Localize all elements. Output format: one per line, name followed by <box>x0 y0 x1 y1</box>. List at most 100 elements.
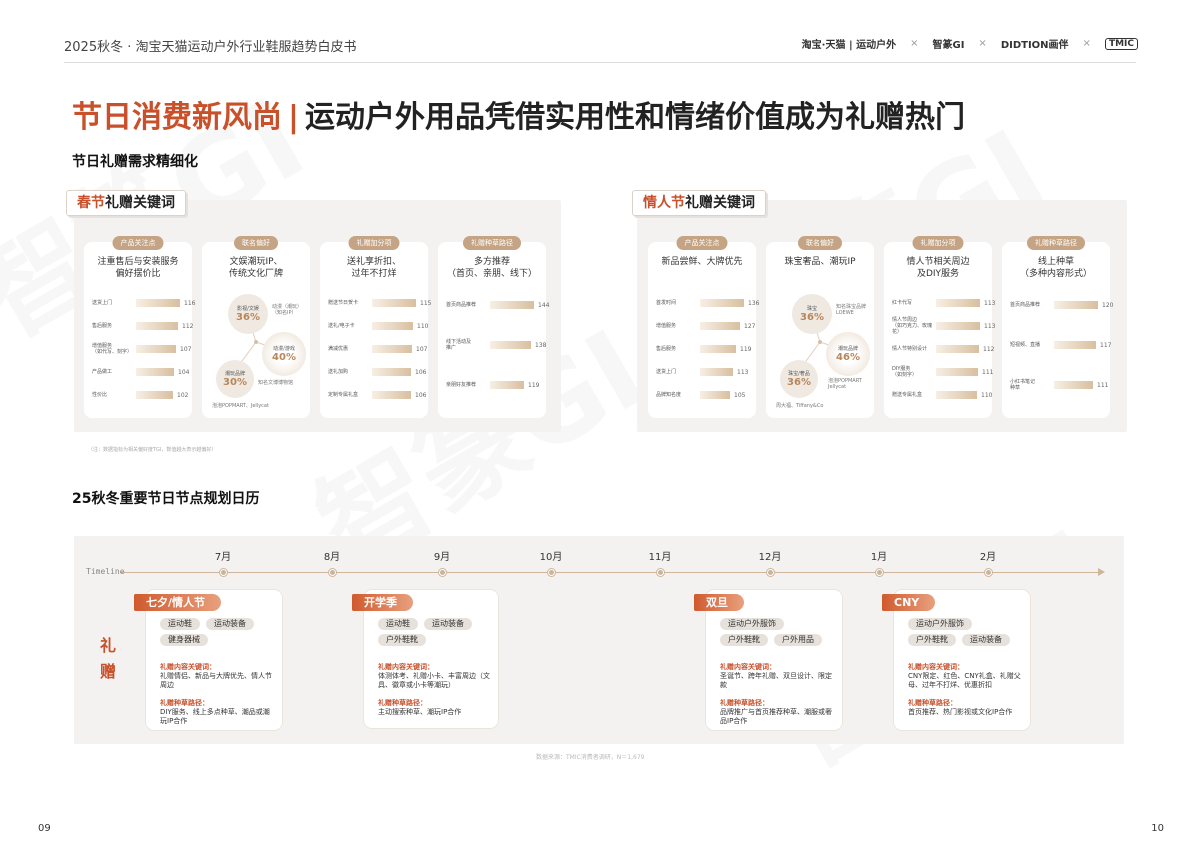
category-chip: 运动鞋 <box>378 618 418 630</box>
bar-fill <box>700 322 740 330</box>
bar-row: 首发时间 136 <box>656 296 759 310</box>
tmic-logo: TMIC <box>1104 37 1138 50</box>
bar-row: 首页商品推荐 120 <box>1010 298 1113 312</box>
card-subtitle: 送礼享折扣、 过年不打烊 <box>346 257 401 279</box>
bar-label: 增值服务 （如代写、刻字） <box>92 343 133 355</box>
event-category-chips: 运动户外服饰 户外鞋靴 运动装备 <box>908 618 1024 646</box>
event-card: CNY 运动户外服饰 户外鞋靴 运动装备 礼赠内容关键词： CNY限定、红色、CNY礼盒、… <box>882 590 1030 730</box>
bar-value: 117 <box>1100 341 1112 349</box>
timeline-dot <box>438 569 446 576</box>
page-number-right: 10 <box>1151 823 1164 834</box>
category-chip: 户外鞋靴 <box>908 634 956 646</box>
data-source: 数据来源：TMIC消费者调研，N＝1,679 <box>536 754 645 761</box>
card-header: 礼赠种草路径 <box>1027 236 1085 250</box>
card-header: 礼赠种草路径 <box>463 236 521 250</box>
category-chip: 户外鞋靴 <box>720 634 768 646</box>
bar-row: 赠送节日贺卡 115 <box>328 296 431 310</box>
category-chip: 健身器械 <box>160 634 208 646</box>
bar-value: 116 <box>184 299 196 307</box>
bar-fill <box>700 368 733 376</box>
page-title-rest: 运动户外用品凭借实用性和情绪价值成为礼赠热门 <box>304 100 965 135</box>
bar-value: 119 <box>740 345 752 353</box>
card-header: 礼赠加分项 <box>348 236 400 250</box>
keyword-text: 圣诞节、跨年礼赠、双旦设计、限定款 <box>720 672 832 689</box>
bar-value: 106 <box>415 391 427 399</box>
bar-fill <box>372 368 411 376</box>
bar-label: 首页商品推荐 <box>446 302 477 308</box>
bar-row: 送礼/电子卡 110 <box>328 319 428 333</box>
bubble: 珠宝/奢品 36% <box>780 360 818 398</box>
bar-row: 送货上门 116 <box>92 296 195 310</box>
card-subtitle: 线上种草 （多种内容形式） <box>1019 257 1092 279</box>
card-subtitle: 多方推荐 （首页、亲朋、线下） <box>446 257 537 279</box>
month-label: 12月 <box>758 552 782 563</box>
taobao-tmall-logo: 淘宝·天猫 | 运动户外 <box>801 40 897 51</box>
path-text: DIY服务、线上多点种草、潮品或潮玩IP合作 <box>160 708 270 725</box>
bubble-label: 潮玩品牌 <box>837 346 858 352</box>
bubble-percent: 36% <box>236 312 260 323</box>
category-chip: 运动户外服饰 <box>720 618 784 630</box>
event-category-chips: 运动鞋 运动装备 健身器械 <box>160 618 276 646</box>
bar-value: 105 <box>734 391 746 399</box>
bar-value: 107 <box>416 345 428 353</box>
month-label: 9月 <box>433 552 451 563</box>
bar-fill <box>136 299 180 307</box>
bar-label: 售后服务 <box>656 346 677 352</box>
bar-row: 送货上门 113 <box>656 365 750 379</box>
bar-fill <box>372 391 411 399</box>
bar-label: 短视频、直播 <box>1010 342 1041 348</box>
event-name: 七夕/情人节 <box>134 594 222 611</box>
event-name: 开学季 <box>352 594 413 611</box>
bar-label: 赠送专属礼盒 <box>892 392 923 398</box>
bar-value: 102 <box>177 391 189 399</box>
bubble-percent: 46% <box>836 352 860 363</box>
bar-fill <box>490 341 531 349</box>
bar-value: 111 <box>982 368 994 376</box>
bubble-annotation: 动漫（潮玩） （知名IP） <box>272 304 303 316</box>
category-chip: 户外鞋靴 <box>378 634 426 646</box>
partner-logos: 淘宝·天猫 | 运动户外 × 智篆GI × DIDTION画伴 × TMIC <box>802 36 1138 51</box>
bubble: 动漫/游戏 40% <box>262 332 306 376</box>
valentine-card: 礼赠种草路径线上种草 （多种内容形式） 首页商品推荐 120 短视频、直播 117 小红书… <box>1002 236 1113 418</box>
bar-label: 性价比 <box>92 392 108 398</box>
bar-label: 送礼/电子卡 <box>328 323 355 329</box>
bar-fill <box>700 299 744 307</box>
card-header: 礼赠加分项 <box>912 236 964 250</box>
bar-fill <box>700 345 736 353</box>
timeline-dot <box>328 569 336 576</box>
bar-fill <box>136 368 174 376</box>
gift-label-2: 赠 <box>100 662 117 681</box>
bar-row: 售后服务 119 <box>656 342 752 356</box>
bar-label: 红卡代写 <box>892 300 913 306</box>
bar-fill <box>372 345 412 353</box>
bar-label: 售后服务 <box>92 323 113 329</box>
valentine-card: 联名偏好 珠宝奢品、潮玩IP 珠宝 36% 潮玩品牌 46% 珠宝/奢品 36% 知名珠宝品牌 … <box>766 236 874 418</box>
spring-tag-rest: 礼赠关键词 <box>105 195 175 211</box>
bar-value: 104 <box>178 368 190 376</box>
separator-x: × <box>978 38 987 49</box>
bar-fill <box>136 322 178 330</box>
keyword-text: CNY限定、红色、CNY礼盒、礼赠父母、过年不打烊、优惠折扣 <box>908 672 1021 689</box>
bar-label: 小红书笔记 种草 <box>1010 379 1036 391</box>
spring-card: 联名偏好 文娱潮玩IP、 传统文化厂牌 影视/文娱 36% 动漫/游戏 40% 潮玩品牌 30… <box>202 236 310 418</box>
timeline-axis <box>120 572 1100 573</box>
path-text: 主动搜索种草、潮玩IP合作 <box>378 708 462 716</box>
bar-row: 产品做工 104 <box>92 365 190 379</box>
bar-value: 144 <box>538 301 550 309</box>
event-card: 开学季 运动鞋 运动装备 户外鞋靴 礼赠内容关键词： 体测体考、礼赠小卡、丰富周边（文具、… <box>352 590 498 728</box>
bar-row: 品牌知名度 105 <box>656 388 750 402</box>
bubble: 潮玩品牌 30% <box>216 360 254 398</box>
section-title-gift-demand: 节日礼赠需求精细化 <box>72 154 198 170</box>
valentine-tag-rest: 礼赠关键词 <box>685 195 755 211</box>
event-card: 双旦 运动户外服饰 户外鞋靴 户外用品 礼赠内容关键词： 圣诞节、跨年礼赠、双旦设计、限定… <box>694 590 842 730</box>
header-divider <box>64 62 1136 63</box>
keyword-label: 礼赠内容关键词： <box>160 663 216 671</box>
bubble-label: 影视/文娱 <box>237 306 259 312</box>
bar-row: 性价比 102 <box>92 388 189 402</box>
page: 智篆GI 智篆GI 智篆GI 智篆GI 2025秋冬 · 淘宝天猫运动户外行业鞋… <box>0 0 1200 849</box>
bar-row: 短视频、直播 117 <box>1010 338 1111 352</box>
bar-row: 红卡代写 113 <box>892 296 995 310</box>
bar-label: DIY服务 （如刻字） <box>892 366 918 378</box>
bar-value: 113 <box>984 322 996 330</box>
keyword-label: 礼赠内容关键词： <box>378 663 434 671</box>
